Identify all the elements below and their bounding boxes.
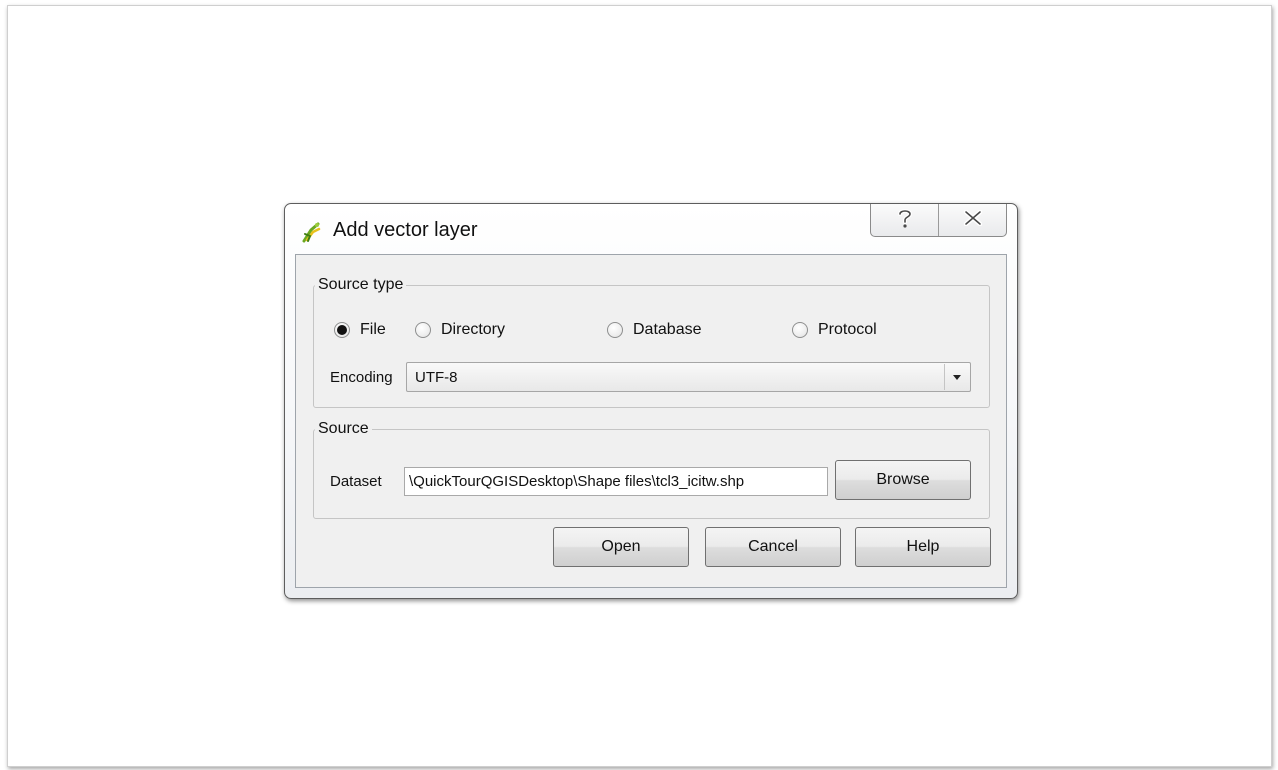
radio-directory-circle [415, 322, 431, 338]
source-group-title: Source [315, 419, 372, 439]
encoding-select[interactable]: UTF-8 [406, 362, 971, 392]
radio-database-label: Database [633, 321, 702, 338]
caption-buttons [870, 204, 1007, 237]
radio-database[interactable]: Database [607, 321, 702, 339]
dialog-title: Add vector layer [333, 219, 478, 241]
radio-file-label: File [360, 321, 386, 338]
close-x-icon [963, 209, 983, 231]
source-group: Source Dataset Browse [313, 419, 990, 519]
add-vector-layer-dialog: Add vector layer Source type File Direct… [284, 203, 1018, 599]
radio-database-circle [607, 322, 623, 338]
dialog-client-area: Source type File Directory Database Prot… [295, 254, 1007, 588]
title-bar[interactable]: Add vector layer [285, 204, 1017, 254]
radio-protocol[interactable]: Protocol [792, 321, 877, 339]
radio-protocol-circle [792, 322, 808, 338]
encoding-select-value: UTF-8 [415, 369, 458, 386]
radio-file[interactable]: File [334, 321, 386, 339]
radio-file-circle [334, 322, 350, 338]
help-button[interactable]: Help [855, 527, 991, 567]
help-title-button[interactable] [871, 204, 938, 236]
radio-selected-dot [337, 325, 347, 335]
radio-directory-label: Directory [441, 321, 506, 338]
source-type-group: Source type File Directory Database Prot… [313, 275, 990, 408]
cancel-button[interactable]: Cancel [705, 527, 841, 567]
qgis-app-icon [301, 221, 321, 243]
source-type-group-title: Source type [315, 275, 407, 295]
open-button[interactable]: Open [553, 527, 689, 567]
dataset-path-input[interactable] [404, 467, 828, 496]
dataset-label: Dataset [330, 473, 382, 490]
browse-button[interactable]: Browse [835, 460, 971, 500]
close-title-button[interactable] [938, 204, 1006, 236]
radio-directory[interactable]: Directory [415, 321, 505, 339]
dropdown-arrow-icon[interactable] [944, 364, 969, 390]
encoding-label: Encoding [330, 369, 393, 386]
radio-protocol-label: Protocol [818, 321, 877, 338]
help-question-icon [896, 207, 914, 234]
